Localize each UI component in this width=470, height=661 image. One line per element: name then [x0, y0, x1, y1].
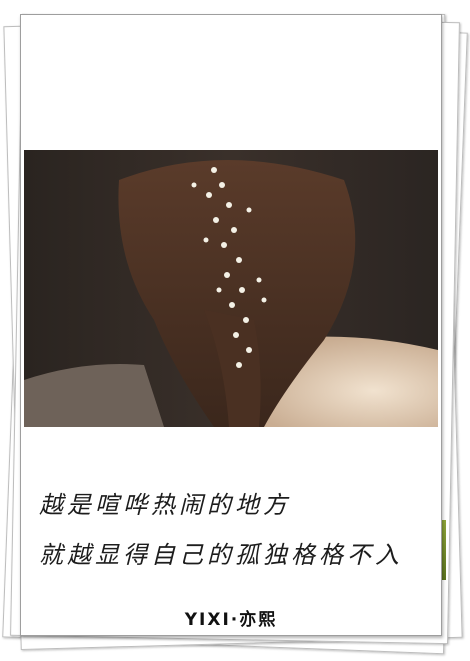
- hair-flowers-photo: [24, 150, 438, 427]
- photo-card: 越是喧哗热闹的地方 就越显得自己的孤独格格不入 YIXI·亦熙: [20, 14, 442, 636]
- author-signature: YIXI·亦熙: [184, 610, 278, 630]
- quote-line-2: 就越显得自己的孤独格格不入: [39, 541, 403, 569]
- quote-line-1: 越是喧哗热闹的地方: [39, 491, 291, 519]
